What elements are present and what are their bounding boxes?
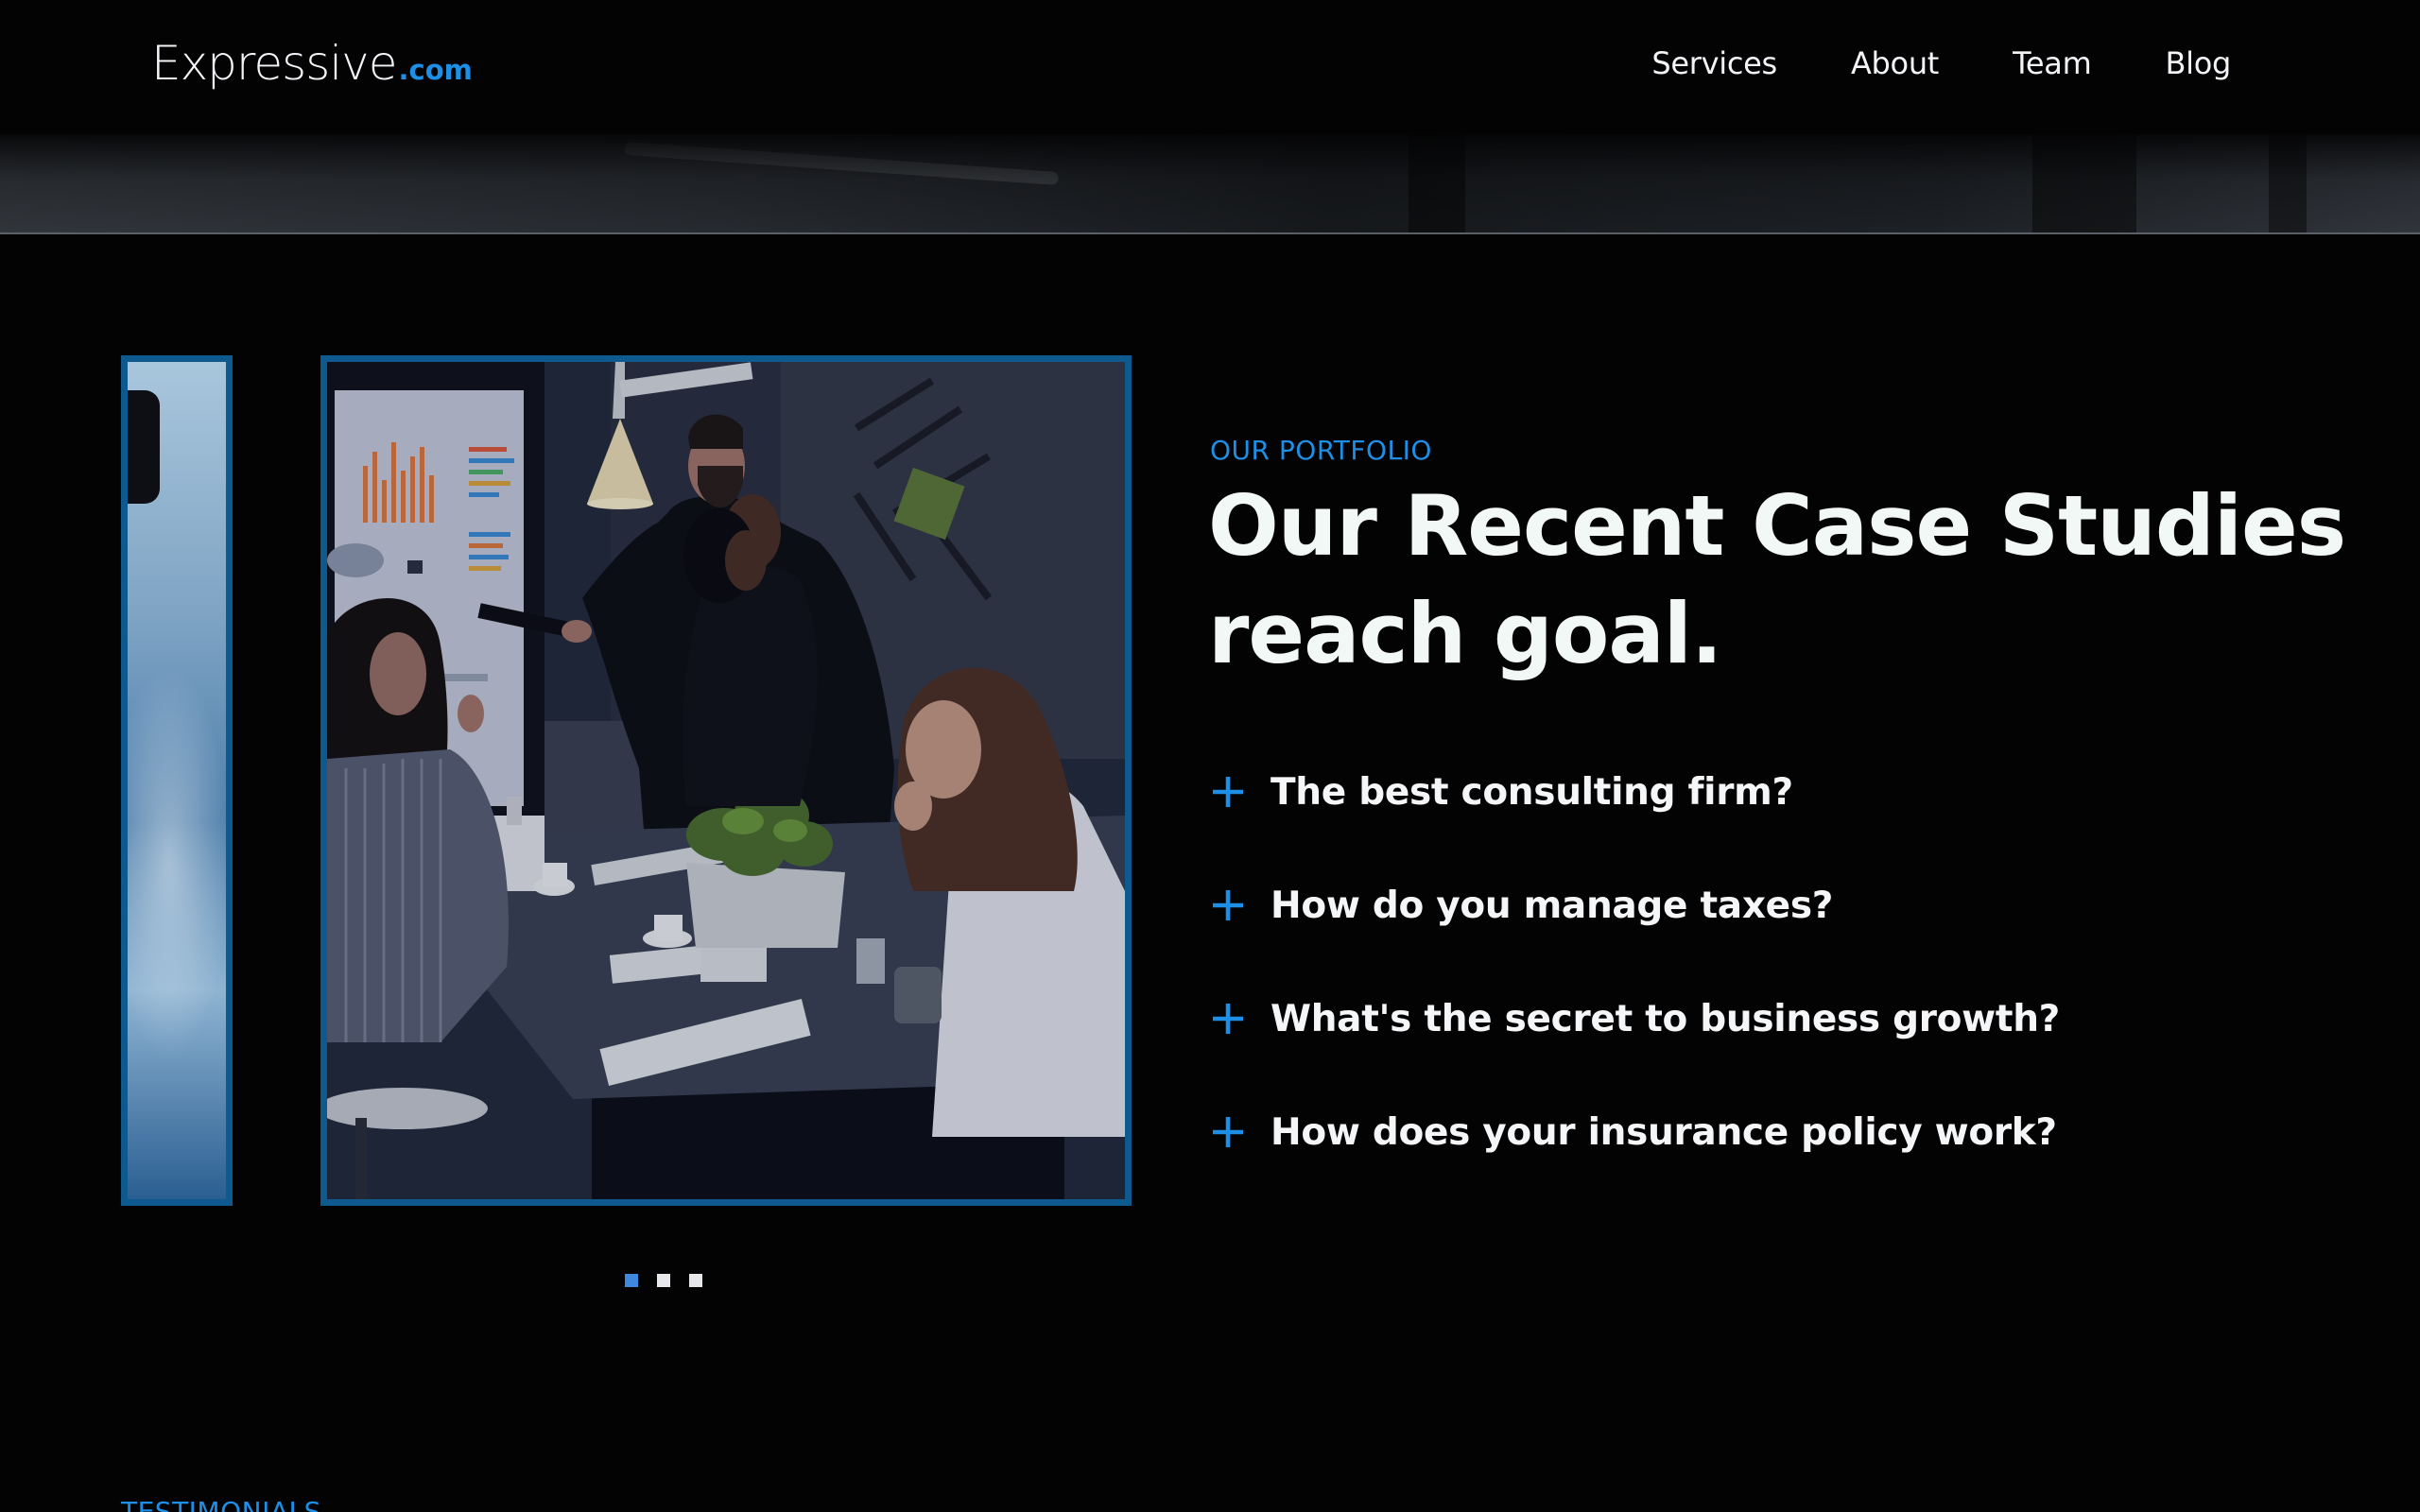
testimonials-eyebrow: TESTIMONIALS [121,1501,321,1512]
carousel-dot-3[interactable] [689,1274,702,1287]
logo-wordmark: Expressive [151,36,397,91]
logo-domain-suffix: .com [398,54,473,86]
section-heading: Our Recent Case Studies reach goal. [1208,472,2361,688]
nav-blog[interactable]: Blog [2165,45,2231,81]
carousel-pagination [625,1274,702,1287]
case-study-photo [327,362,1125,1199]
nav-team[interactable]: Team [2013,45,2092,81]
plus-icon [1213,890,1243,920]
hero-overlay [0,134,2420,234]
faq-question: How does your insurance policy work? [1270,1110,2057,1154]
slide-photo-highlight [128,664,226,1061]
carousel-slide-active[interactable] [320,355,1132,1206]
heading-line-2: reach goal. [1208,585,1722,682]
carousel-dot-1[interactable] [625,1274,638,1287]
nav-services[interactable]: Services [1651,45,1777,81]
faq-question: How do you manage taxes? [1270,884,1834,927]
heading-line-1: Our Recent Case Studies [1208,477,2346,575]
faq-item[interactable]: The best consulting firm? [1210,764,2060,820]
faq-question: The best consulting firm? [1270,770,1793,814]
site-header: Expressive.com Services About Team Blog [0,0,2420,134]
plus-icon [1213,777,1243,807]
slide-photo-shape [128,390,160,504]
site-logo[interactable]: Expressive.com [151,36,473,91]
section-eyebrow: OUR PORTFOLIO [1210,435,1432,466]
main-nav: Services About Team Blog [1578,45,2231,81]
carousel-slide-previous[interactable] [121,355,233,1206]
faq-question: What's the secret to business growth? [1270,997,2060,1040]
nav-about[interactable]: About [1851,45,1939,81]
hero-background-image [0,134,2420,234]
faq-item[interactable]: What's the secret to business growth? [1210,990,2060,1047]
plus-icon [1213,1117,1243,1147]
plus-icon [1213,1004,1243,1034]
faq-list: The best consulting firm? How do you man… [1210,764,2060,1217]
hero-bottom-edge [0,232,2420,234]
faq-item[interactable]: How do you manage taxes? [1210,877,2060,934]
faq-item[interactable]: How does your insurance policy work? [1210,1104,2060,1160]
carousel-dot-2[interactable] [657,1274,670,1287]
